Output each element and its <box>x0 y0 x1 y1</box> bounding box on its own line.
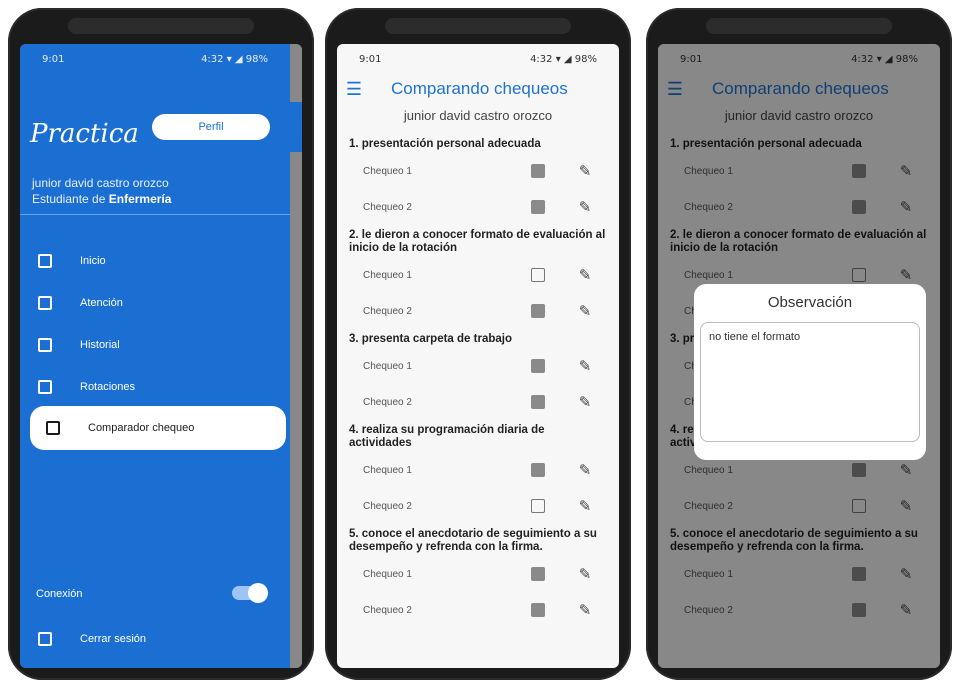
nav-label: Historial <box>80 339 120 351</box>
list-item: Chequeo 2 ✎ <box>337 592 619 628</box>
chequeo-label: Chequeo 2 <box>363 305 412 317</box>
list-item: Chequeo 2 ✎ <box>337 384 619 420</box>
nav-label: Atención <box>80 297 123 309</box>
chequeo-label: Chequeo 2 <box>363 500 412 512</box>
observation-textarea[interactable]: no tiene el formato <box>700 322 920 442</box>
observation-dialog: Observación no tiene el formato <box>694 284 926 460</box>
status-time: 9:01 <box>359 53 382 65</box>
chequeo-label: Chequeo 1 <box>363 269 412 281</box>
screen-drawer: 9:01 4:32 ▾ ◢ 98% 9:01 4:32 ▾ ◢ 98% Prac… <box>20 44 302 668</box>
list-item: Chequeo 2 ✎ <box>337 488 619 524</box>
status-icons: 4:32 ▾ ◢ 98% <box>530 53 597 65</box>
list-item: Chequeo 2 ✎ <box>337 189 619 225</box>
chequeo-label: Chequeo 2 <box>363 396 412 408</box>
app-logo: Practica <box>30 104 139 164</box>
edit-pencil-icon[interactable]: ✎ <box>575 461 595 479</box>
nav-item-comparador[interactable]: Comparador chequeo <box>30 406 286 450</box>
phone-frame-drawer: 9:01 4:32 ▾ ◢ 98% 9:01 4:32 ▾ ◢ 98% Prac… <box>8 8 314 680</box>
app-bar: ☰ Comparando chequeos <box>337 74 619 104</box>
status-time: 9:01 <box>42 53 65 65</box>
checkbox[interactable] <box>531 164 545 178</box>
question-title: 1. presentación personal adecuada <box>349 138 541 150</box>
logo-text: Practica <box>30 119 139 149</box>
checkbox[interactable] <box>531 567 545 581</box>
user-name: junior david castro orozco <box>32 176 169 190</box>
page-title: Comparando chequeos <box>391 79 568 98</box>
checkbox[interactable] <box>531 395 545 409</box>
logout-label: Cerrar sesión <box>80 633 147 645</box>
edit-pencil-icon[interactable]: ✎ <box>575 497 595 515</box>
checkbox[interactable] <box>531 499 545 513</box>
logout-item[interactable]: Cerrar sesión <box>20 624 146 654</box>
nav-item-rotaciones[interactable]: Rotaciones <box>20 370 290 404</box>
edit-pencil-icon[interactable]: ✎ <box>575 266 595 284</box>
divider <box>20 214 290 215</box>
user-role: Estudiante de Enfermería <box>32 192 171 206</box>
nav-item-historial[interactable]: Historial <box>20 328 290 362</box>
status-bar: 9:01 4:32 ▾ ◢ 98% <box>337 44 619 74</box>
toggle-knob <box>248 583 268 603</box>
phone-notch <box>706 18 892 34</box>
edit-pencil-icon[interactable]: ✎ <box>575 162 595 180</box>
list-item: Chequeo 1 ✎ <box>337 452 619 488</box>
checkbox[interactable] <box>531 603 545 617</box>
phone-notch <box>68 18 254 34</box>
close-drawer-button[interactable]: ✕ <box>290 102 302 152</box>
home-icon <box>38 254 52 268</box>
checkbox[interactable] <box>531 359 545 373</box>
screen-list: 9:01 4:32 ▾ ◢ 98% ☰ Comparando chequeos … <box>337 44 619 668</box>
edit-pencil-icon[interactable]: ✎ <box>575 302 595 320</box>
phone-frame-dialog: 9:01 4:32 ▾ ◢ 98% ☰ Comparando chequeos … <box>646 8 952 680</box>
list-item: Chequeo 1 ✎ <box>337 257 619 293</box>
chequeo-label: Chequeo 1 <box>363 360 412 372</box>
nav-item-atencion[interactable]: Atención <box>20 286 290 320</box>
save-icon <box>38 296 52 310</box>
nav-item-inicio[interactable]: Inicio <box>20 244 290 278</box>
edit-pencil-icon[interactable]: ✎ <box>575 357 595 375</box>
edit-pencil-icon[interactable]: ✎ <box>575 601 595 619</box>
edit-pencil-icon[interactable]: ✎ <box>575 198 595 216</box>
question-title: 4. realiza su programación diaria de act… <box>349 424 545 449</box>
checkbox[interactable] <box>531 200 545 214</box>
nav-label: Comparador chequeo <box>88 422 195 434</box>
screen-dialog: 9:01 4:32 ▾ ◢ 98% ☰ Comparando chequeos … <box>658 44 940 668</box>
edit-pencil-icon[interactable]: ✎ <box>575 393 595 411</box>
question-title: 3. presenta carpeta de trabajo <box>349 333 512 345</box>
status-icons: 4:32 ▾ ◢ 98% <box>201 53 268 65</box>
nav-label: Rotaciones <box>80 381 136 393</box>
user-role-prefix: Estudiante de <box>32 192 109 206</box>
student-name: junior david castro orozco <box>403 108 553 123</box>
list-item: Chequeo 1 ✎ <box>337 153 619 189</box>
connection-toggle[interactable] <box>232 583 268 603</box>
nav-label: Inicio <box>80 255 106 267</box>
chequeo-label: Chequeo 1 <box>363 165 412 177</box>
calendar-icon <box>38 338 52 352</box>
user-program: Enfermería <box>108 192 172 206</box>
chequeo-label: Chequeo 2 <box>363 604 412 616</box>
drawer-status-bar: 9:01 4:32 ▾ ◢ 98% <box>20 44 290 74</box>
question-title: 2. le dieron a conocer formato de evalua… <box>349 229 606 254</box>
list-item: Chequeo 1 ✎ <box>337 556 619 592</box>
checkbox[interactable] <box>531 304 545 318</box>
connection-label: Conexión <box>36 588 83 600</box>
chequeo-label: Chequeo 2 <box>363 201 412 213</box>
rotation-icon <box>38 380 52 394</box>
navigation-drawer: 9:01 4:32 ▾ ◢ 98% Practica Perfil junior… <box>20 44 290 668</box>
profile-button[interactable]: Perfil <box>152 114 270 140</box>
compare-icon <box>46 421 60 435</box>
edit-pencil-icon[interactable]: ✎ <box>575 565 595 583</box>
hamburger-menu-icon[interactable]: ☰ <box>337 79 371 100</box>
checkbox[interactable] <box>531 463 545 477</box>
questions-list: 1. presentación personal adecuada Cheque… <box>337 134 619 628</box>
dialog-title: Observación <box>767 294 853 311</box>
list-item: Chequeo 1 ✎ <box>337 348 619 384</box>
logout-icon <box>38 632 52 646</box>
question-title: 5. conoce el anecdotario de seguimiento … <box>349 528 597 553</box>
phone-frame-list: 9:01 4:32 ▾ ◢ 98% ☰ Comparando chequeos … <box>325 8 631 680</box>
chequeo-label: Chequeo 1 <box>363 568 412 580</box>
chequeo-label: Chequeo 1 <box>363 464 412 476</box>
list-item: Chequeo 2 ✎ <box>337 293 619 329</box>
phone-notch <box>385 18 571 34</box>
checkbox[interactable] <box>531 268 545 282</box>
